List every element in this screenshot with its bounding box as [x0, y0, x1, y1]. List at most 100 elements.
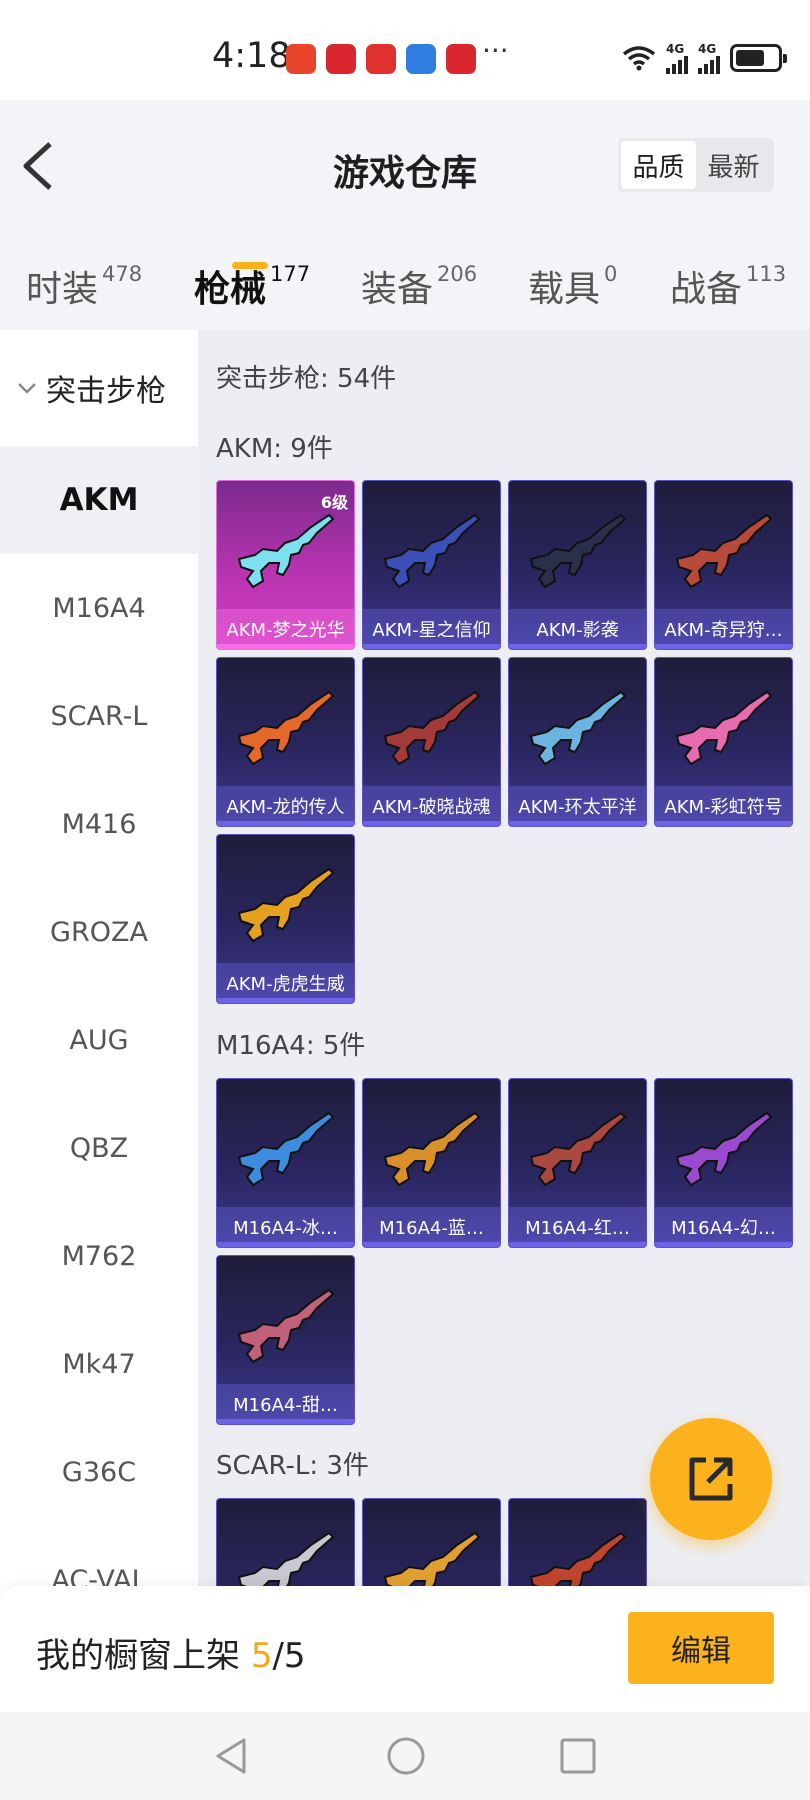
- rarity-bar: [217, 821, 354, 826]
- group-title-m16a4: M16A4: 5件: [216, 1031, 366, 1061]
- system-nav-bar: [0, 1712, 810, 1800]
- rifle-skin-icon: [529, 690, 627, 766]
- skin-name: AKM-破晓战魂: [363, 786, 500, 826]
- sidebar-item-m416[interactable]: M416: [0, 770, 198, 878]
- rifle-skin-icon: [237, 867, 335, 943]
- tab-supplies[interactable]: 战备 113: [670, 260, 786, 312]
- rarity-bar: [655, 821, 792, 826]
- sidebar-item-m16a4[interactable]: M16A4: [0, 554, 198, 662]
- sidebar-item-mk47[interactable]: Mk47: [0, 1310, 198, 1418]
- skin-name: M16A4-冰…: [217, 1207, 354, 1247]
- rarity-bar: [363, 821, 500, 826]
- skin-card[interactable]: M16A4-红…: [508, 1078, 647, 1248]
- rarity-bar: [655, 644, 792, 649]
- showcase-bar: 我的橱窗上架 5/5 编辑: [0, 1586, 810, 1712]
- sidebar-item-qbz[interactable]: QBZ: [0, 1094, 198, 1202]
- skin-grid-akm: 6级 AKM-梦之光华 AKM-星之信仰 AKM-影袭 AKM-奇异狩… AKM-龙的传人…: [216, 480, 793, 1004]
- skin-card[interactable]: M16A4-甜…: [216, 1255, 355, 1425]
- skin-name: AKM-彩虹符号: [655, 786, 792, 826]
- skin-card[interactable]: [508, 1498, 647, 1586]
- sort-option-newest[interactable]: 最新: [696, 141, 771, 189]
- network-type-label: 4G: [666, 42, 685, 56]
- signal-icon: [698, 56, 720, 74]
- skin-card[interactable]: 6级 AKM-梦之光华: [216, 480, 355, 650]
- rarity-bar: [217, 1419, 354, 1424]
- sort-option-quality[interactable]: 品质: [621, 141, 696, 189]
- tab-fashion[interactable]: 时装 478: [26, 260, 142, 312]
- category-tabs: 时装 478 枪械 177 装备 206 载具 0 战备 113: [0, 250, 810, 330]
- rifle-skin-icon: [529, 1531, 627, 1586]
- sidebar-item-g36c[interactable]: G36C: [0, 1418, 198, 1526]
- skin-card[interactable]: AKM-彩虹符号: [654, 657, 793, 827]
- tab-count: 0: [604, 262, 618, 286]
- skin-card[interactable]: AKM-龙的传人: [216, 657, 355, 827]
- skin-card[interactable]: AKM-星之信仰: [362, 480, 501, 650]
- sort-toggle: 品质 最新: [618, 138, 774, 192]
- skin-name: AKM-星之信仰: [363, 609, 500, 649]
- skin-name: AKM-虎虎生威: [217, 963, 354, 1003]
- nav-back-icon[interactable]: [210, 1734, 254, 1778]
- rifle-skin-icon: [237, 1111, 335, 1187]
- share-export-icon: [689, 1457, 733, 1501]
- nav-recents-icon[interactable]: [556, 1734, 600, 1778]
- status-time: 4:18: [212, 36, 291, 76]
- active-tab-indicator: [232, 262, 268, 269]
- tab-label: 时装: [26, 269, 99, 310]
- skin-card[interactable]: AKM-虎虎生威: [216, 834, 355, 1004]
- weapon-list: 突击步枪: 54件 AKM: 9件 6级 AKM-梦之光华 AKM-星之信仰 AKM-…: [198, 330, 810, 1586]
- rarity-bar: [363, 1242, 500, 1247]
- sidebar-item-scar-l[interactable]: SCAR-L: [0, 662, 198, 770]
- sidebar-item-akm[interactable]: AKM: [0, 446, 198, 554]
- rifle-skin-icon: [383, 1531, 481, 1586]
- skin-name: M16A4-红…: [509, 1207, 646, 1247]
- sidebar-item-m762[interactable]: M762: [0, 1202, 198, 1310]
- rarity-bar: [217, 644, 354, 649]
- group-title-scar-l: SCAR-L: 3件: [216, 1451, 369, 1481]
- status-bar: 4:18 ··· 4G 4G: [0, 0, 810, 100]
- share-button[interactable]: [650, 1418, 772, 1540]
- skin-name: AKM-梦之光华: [217, 609, 354, 649]
- rifle-skin-icon: [237, 1288, 335, 1364]
- sidebar-item-ac-val[interactable]: AC-VAL: [0, 1526, 198, 1587]
- tab-equipment[interactable]: 装备 206: [361, 260, 477, 312]
- skin-card[interactable]: AKM-破晓战魂: [362, 657, 501, 827]
- weapon-sidebar: 突击步枪 AKM M16A4 SCAR-L M416 GROZA AUG QBZ…: [0, 330, 198, 1586]
- sidebar-category-label: 突击步枪: [46, 374, 166, 409]
- sidebar-item-aug[interactable]: AUG: [0, 986, 198, 1094]
- chevron-down-icon: [18, 383, 36, 394]
- category-count-title: 突击步枪: 54件: [216, 364, 397, 394]
- signal-icon: [666, 56, 688, 74]
- skin-card[interactable]: [216, 1498, 355, 1586]
- rifle-skin-icon: [383, 690, 481, 766]
- showcase-current-count: 5: [250, 1636, 273, 1676]
- sidebar-category-header[interactable]: 突击步枪: [0, 330, 198, 446]
- skin-card[interactable]: [362, 1498, 501, 1586]
- skin-card[interactable]: AKM-影袭: [508, 480, 647, 650]
- tab-vehicles[interactable]: 载具 0: [528, 260, 617, 312]
- skin-name: M16A4-幻…: [655, 1207, 792, 1247]
- rarity-bar: [509, 1242, 646, 1247]
- rifle-skin-icon: [383, 1111, 481, 1187]
- skin-grid-m16a4: M16A4-冰… M16A4-蓝… M16A4-红… M16A4-幻… M16A4-甜…: [216, 1078, 793, 1425]
- skin-card[interactable]: M16A4-冰…: [216, 1078, 355, 1248]
- notification-icons: [286, 44, 476, 74]
- status-indicators: 4G 4G: [622, 42, 787, 74]
- skin-name: AKM-影袭: [509, 609, 646, 649]
- showcase-status: 我的橱窗上架 5/5: [36, 1628, 306, 1677]
- rarity-bar: [655, 1242, 792, 1247]
- wifi-icon: [622, 46, 656, 71]
- app-notification-icon: [326, 44, 356, 74]
- rarity-bar: [509, 644, 646, 649]
- skin-card[interactable]: AKM-奇异狩…: [654, 480, 793, 650]
- edit-button[interactable]: 编辑: [628, 1612, 774, 1684]
- rifle-skin-icon: [675, 1111, 773, 1187]
- skin-card[interactable]: M16A4-幻…: [654, 1078, 793, 1248]
- sidebar-item-groza[interactable]: GROZA: [0, 878, 198, 986]
- rarity-bar: [363, 644, 500, 649]
- skin-card[interactable]: AKM-环太平洋: [508, 657, 647, 827]
- rifle-skin-icon: [675, 513, 773, 589]
- skin-card[interactable]: M16A4-蓝…: [362, 1078, 501, 1248]
- nav-home-icon[interactable]: [384, 1734, 428, 1778]
- rifle-skin-icon: [237, 1531, 335, 1586]
- tab-label: 装备: [361, 269, 434, 310]
